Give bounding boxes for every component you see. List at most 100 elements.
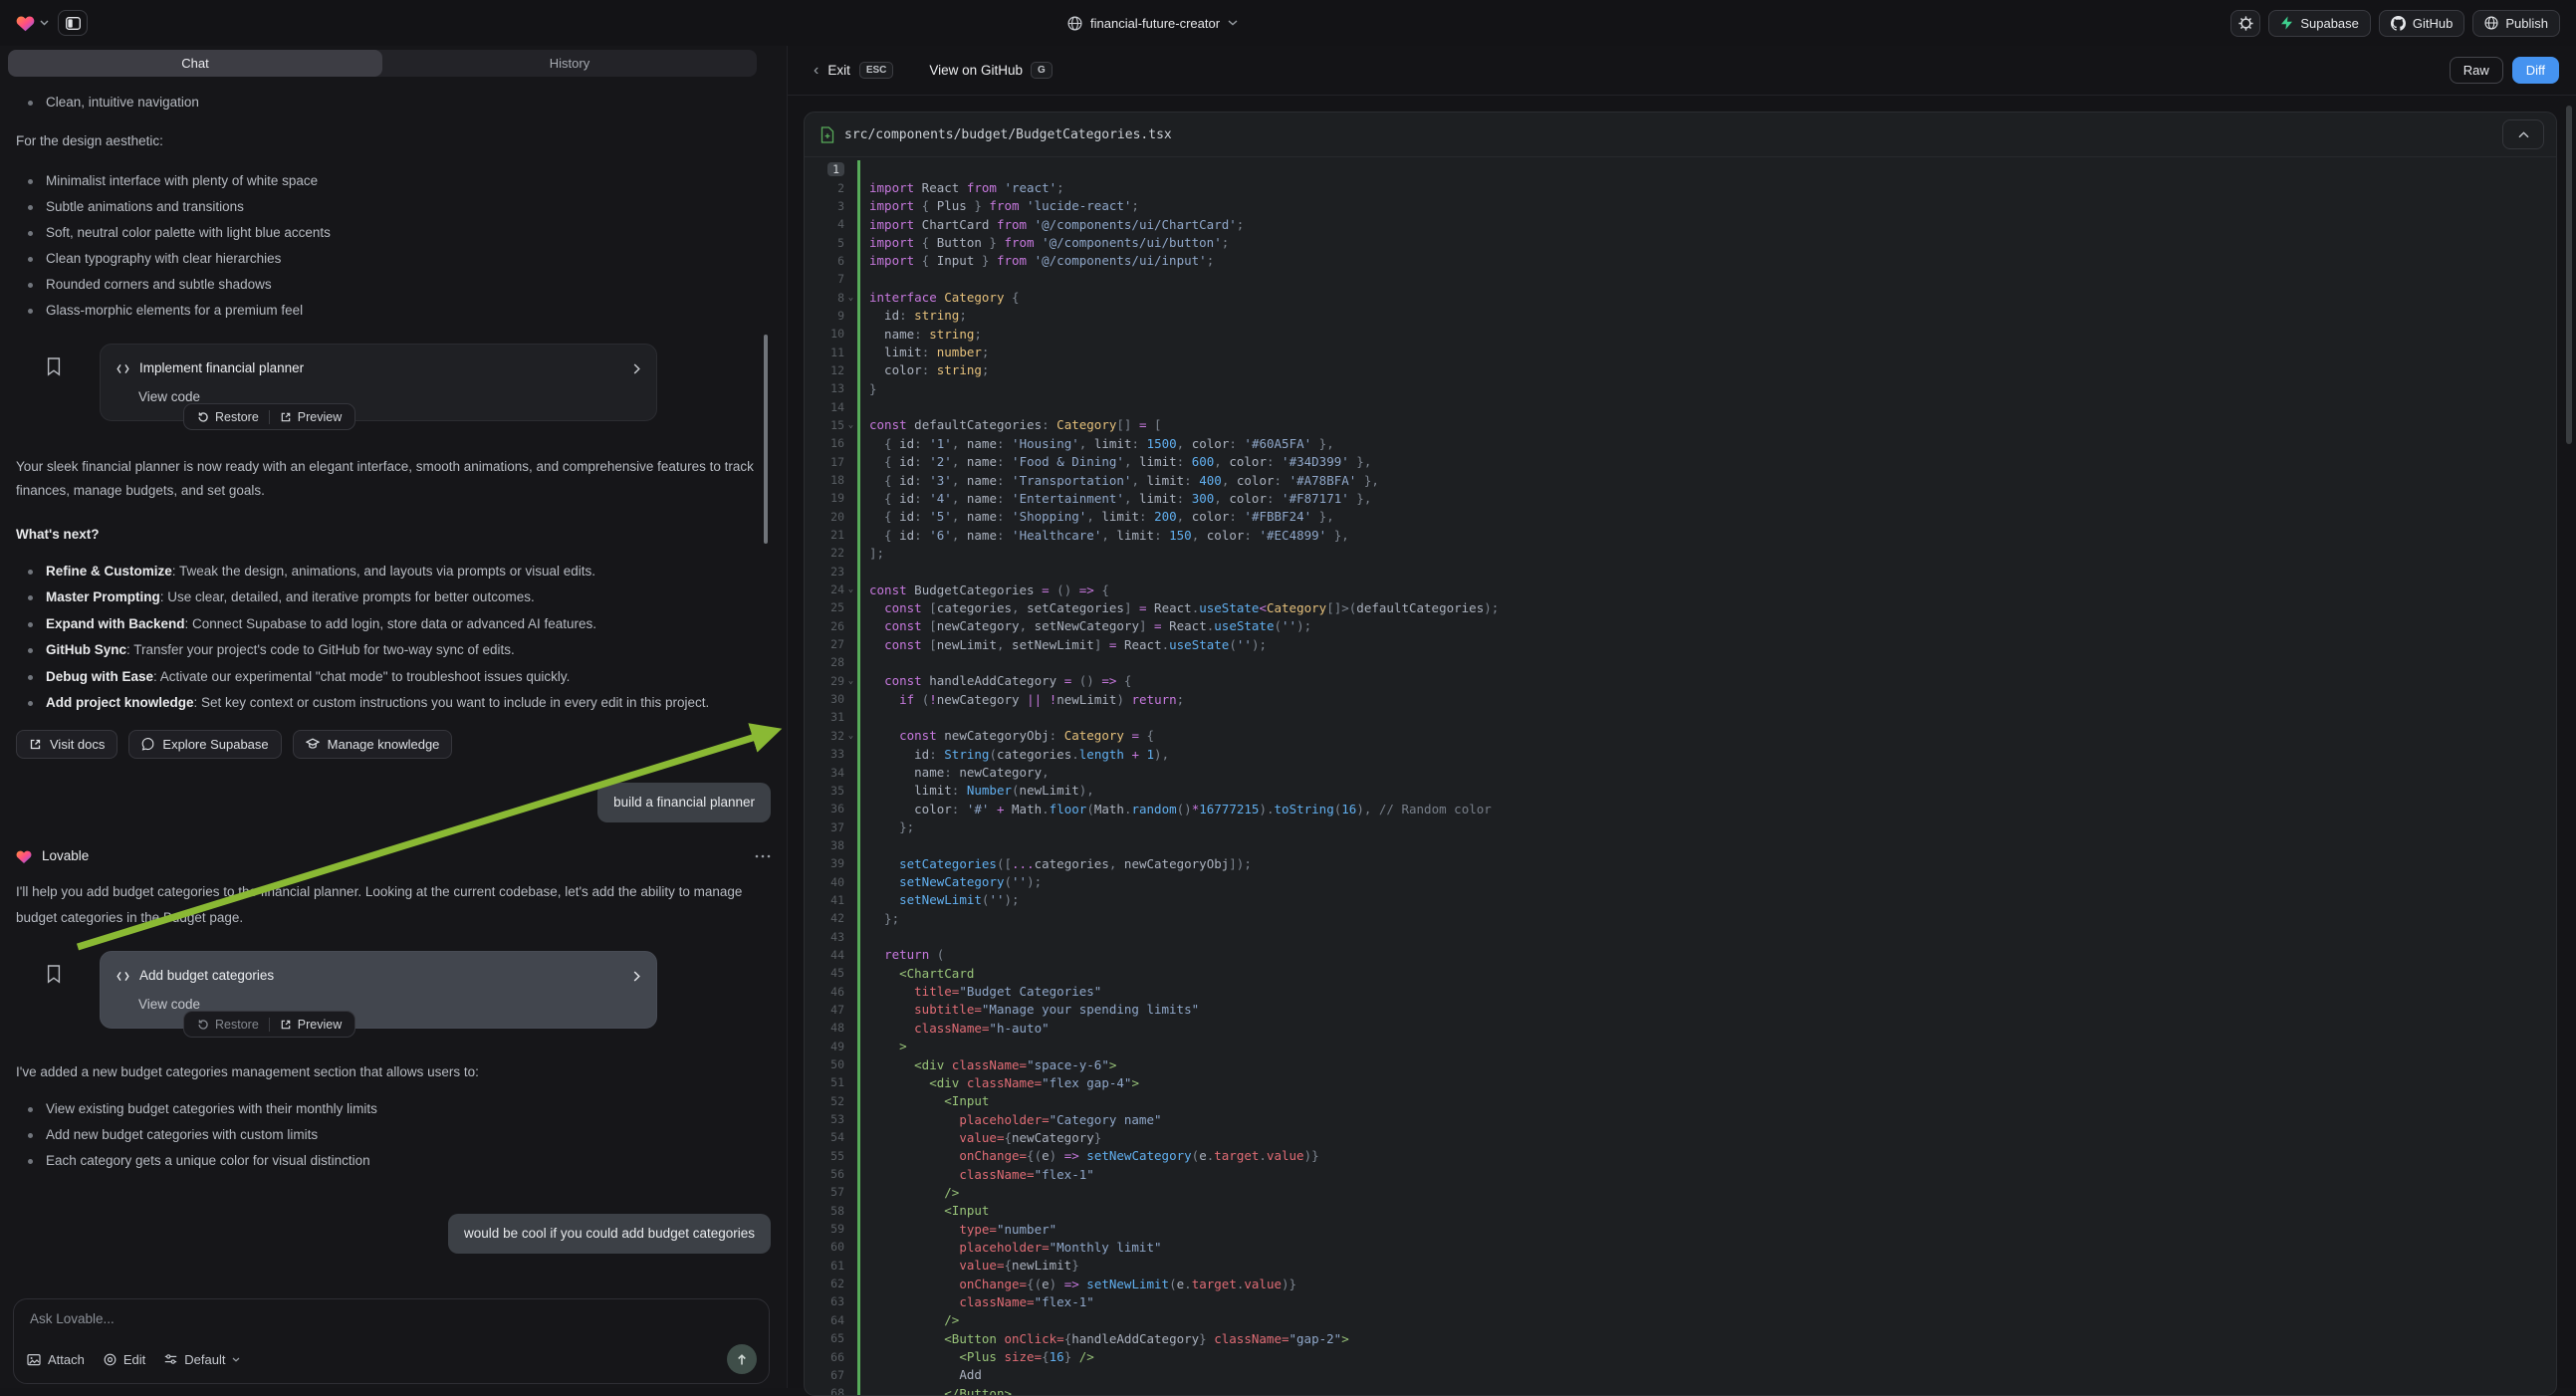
fold-toggle-icon[interactable]: ⌄ — [844, 584, 857, 594]
manage-knowledge-label: Manage knowledge — [328, 737, 440, 752]
send-button[interactable] — [727, 1344, 757, 1374]
code-line: 19 { id: '4', name: 'Entertainment', lim… — [805, 489, 2556, 507]
github-button[interactable]: GitHub — [2379, 10, 2464, 37]
version-card-implement-financial-planner[interactable]: Implement financial planner View code Re… — [100, 344, 657, 421]
code-line: 52 <Input — [805, 1092, 2556, 1110]
restore-button[interactable]: Restore — [187, 404, 269, 429]
code-line: 65 <Button onClick={handleAddCategory} c… — [805, 1329, 2556, 1347]
code-line: 40 setNewCategory(''); — [805, 872, 2556, 890]
explore-supabase-button[interactable]: Explore Supabase — [128, 730, 281, 759]
more-options-icon[interactable] — [755, 854, 771, 858]
whats-next-heading: What's next? — [16, 525, 771, 545]
attach-image-icon — [27, 1353, 41, 1366]
restore-icon — [197, 411, 209, 423]
code-line: 22]; — [805, 544, 2556, 562]
code-line: 9 id: string; — [805, 307, 2556, 325]
chevron-down-icon — [40, 20, 49, 26]
lovable-heart-icon — [16, 849, 32, 864]
view-on-github-button[interactable]: View on GitHub G — [929, 62, 1052, 79]
mode-select[interactable]: Default — [164, 1352, 240, 1367]
app-window: financial-future-creator — [0, 0, 2576, 1388]
code-scrollbar-thumb[interactable] — [2566, 106, 2572, 444]
code-line: 14 — [805, 397, 2556, 415]
version-card-header: Implement financial planner — [117, 358, 640, 378]
attach-button[interactable]: Attach — [27, 1352, 85, 1367]
esc-shortcut-badge: ESC — [859, 62, 894, 79]
feature-bullet-list: View existing budget categories with the… — [16, 1096, 771, 1174]
quick-action-row: Visit docs Explore Supabase Manage knowl… — [16, 730, 771, 759]
topbar: financial-future-creator — [0, 0, 2576, 46]
publish-label: Publish — [2505, 16, 2548, 31]
target-icon — [104, 1353, 117, 1366]
external-link-icon — [280, 411, 292, 423]
fold-toggle-icon[interactable]: ⌄ — [844, 676, 857, 686]
chat-input[interactable] — [28, 1309, 755, 1343]
code-icon — [117, 971, 129, 982]
design-intro: For the design aesthetic: — [16, 131, 771, 151]
code-line: 54 value={newCategory} — [805, 1128, 2556, 1146]
fold-toggle-icon[interactable]: ⌄ — [844, 420, 857, 430]
code-line: 31 — [805, 708, 2556, 726]
sidebar-toggle-button[interactable] — [58, 10, 88, 36]
code-line: 60 placeholder="Monthly limit" — [805, 1238, 2556, 1256]
code-line: 35 limit: Number(newLimit), — [805, 782, 2556, 800]
graduation-cap-icon — [306, 738, 320, 751]
edit-button[interactable]: Edit — [104, 1352, 145, 1367]
code-line: 30 if (!newCategory || !newLimit) return… — [805, 690, 2556, 708]
list-item: Clean typography with clear hierarchies — [16, 246, 771, 272]
visit-docs-button[interactable]: Visit docs — [16, 730, 117, 759]
collapse-file-button[interactable] — [2502, 119, 2544, 149]
github-icon — [2391, 16, 2406, 31]
list-item: Each category gets a unique color for vi… — [16, 1148, 771, 1174]
tab-chat[interactable]: Chat — [8, 50, 382, 77]
supabase-button[interactable]: Supabase — [2268, 10, 2371, 37]
chevron-down-icon — [1228, 20, 1238, 26]
code-line: 66 <Plus size={16} /> — [805, 1347, 2556, 1365]
preview-button[interactable]: Preview — [270, 404, 351, 429]
diff-view-button[interactable]: Diff — [2512, 57, 2559, 84]
bookmark-icon[interactable] — [46, 357, 62, 376]
lovable-heart-icon — [16, 15, 35, 32]
code-line: 7 — [805, 270, 2556, 288]
topbar-left — [0, 10, 88, 36]
globe-icon — [1067, 16, 1082, 31]
preview-button[interactable]: Preview — [270, 1012, 351, 1037]
visit-docs-label: Visit docs — [50, 737, 105, 752]
project-switcher[interactable]: financial-future-creator — [1067, 0, 1238, 46]
chevron-right-icon — [633, 971, 640, 982]
file-added-icon — [820, 126, 834, 143]
restore-button[interactable]: Restore — [187, 1012, 269, 1037]
raw-view-button[interactable]: Raw — [2450, 57, 2503, 84]
code-line: 46 title="Budget Categories" — [805, 982, 2556, 1000]
list-item: Rounded corners and subtle shadows — [16, 272, 771, 298]
bookmark-icon[interactable] — [46, 965, 62, 984]
code-line: 13} — [805, 379, 2556, 397]
code-line: 36 color: '#' + Math.floor(Math.random()… — [805, 800, 2556, 817]
manage-knowledge-button[interactable]: Manage knowledge — [293, 730, 453, 759]
list-item: Clean, intuitive navigation — [16, 90, 771, 116]
fold-toggle-icon[interactable]: ⌄ — [844, 731, 857, 741]
file-header: src/components/budget/BudgetCategories.t… — [805, 113, 2556, 157]
tab-history[interactable]: History — [382, 50, 757, 77]
publish-button[interactable]: Publish — [2472, 10, 2560, 37]
code-line: 27 const [newLimit, setNewLimit] = React… — [805, 635, 2556, 653]
scrolled-bullet-list: Clean, intuitive navigation — [16, 90, 771, 116]
list-item: Expand with Backend: Connect Supabase to… — [16, 611, 771, 637]
lovable-logo-menu[interactable] — [16, 15, 49, 32]
code-line: 5import { Button } from '@/components/ui… — [805, 233, 2556, 251]
exit-button[interactable]: ‹ Exit ESC — [814, 62, 893, 79]
list-item: Glass-morphic elements for a premium fee… — [16, 298, 771, 324]
chat-scrollbar-thumb[interactable] — [764, 335, 768, 544]
version-card-add-budget-categories[interactable]: Add budget categories View code Restore … — [100, 951, 657, 1029]
fold-toggle-icon[interactable]: ⌄ — [844, 293, 857, 303]
code-line: 3import { Plus } from 'lucide-react'; — [805, 197, 2556, 215]
code-line: 10 name: string; — [805, 325, 2556, 343]
list-item: Minimalist interface with plenty of whit… — [16, 168, 771, 194]
code-line: 49 > — [805, 1038, 2556, 1055]
composer: Attach Edit Default — [13, 1298, 770, 1384]
code-line: 29⌄ const handleAddCategory = () => { — [805, 672, 2556, 690]
code-line: 25 const [categories, setCategories] = R… — [805, 598, 2556, 616]
settings-button[interactable] — [2230, 10, 2260, 37]
publish-globe-icon — [2484, 16, 2498, 30]
version-actions-pill: Restore Preview — [183, 403, 355, 430]
